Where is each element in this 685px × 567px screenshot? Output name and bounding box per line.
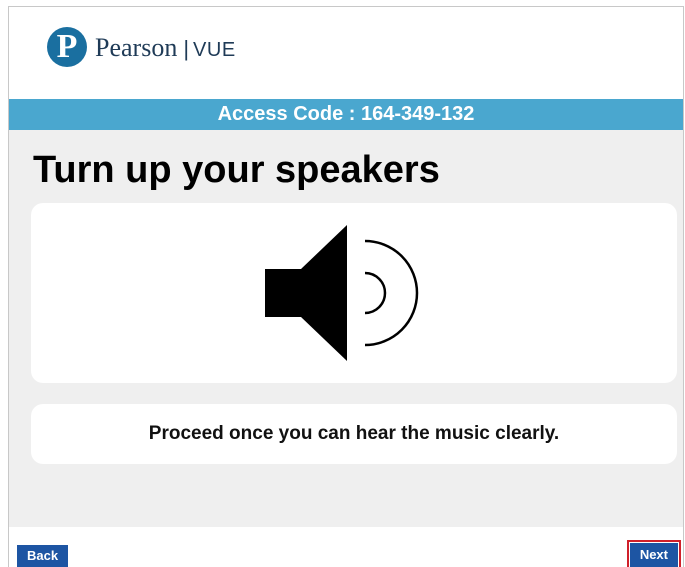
pearson-logo-icon: P (47, 27, 87, 67)
brand-wordmark: Pearson | VUE (95, 33, 236, 65)
next-button-focus-ring: Next (626, 540, 681, 567)
back-button[interactable]: Back (17, 545, 69, 567)
sound-wave-large (364, 239, 419, 347)
header: P Pearson | VUE (9, 7, 683, 99)
instruction-text: Proceed once you can hear the music clea… (148, 423, 560, 444)
exam-window: P Pearson | VUE Access Code : 164-349-132 … (8, 6, 684, 567)
access-code-bar: Access Code : 164-349-132 (9, 99, 683, 130)
speaker-card (31, 203, 677, 383)
footer-nav: Back Next (9, 527, 683, 567)
brand-name: Pearson (95, 33, 178, 62)
speaker-cone (301, 225, 347, 361)
brand-separator: | (183, 36, 190, 61)
speaker-body (265, 269, 301, 317)
speaker-volume-icon (265, 225, 419, 361)
sound-wave-small (364, 271, 387, 315)
next-button[interactable]: Next (629, 543, 678, 567)
instruction-card: Proceed once you can hear the music clea… (31, 404, 677, 464)
access-code-text: Access Code : 164-349-132 (217, 103, 475, 125)
page-title: Turn up your speakers (33, 149, 440, 191)
product-name: VUE (193, 39, 236, 61)
main-content: Turn up your speakers Proceed once you c… (9, 130, 683, 527)
